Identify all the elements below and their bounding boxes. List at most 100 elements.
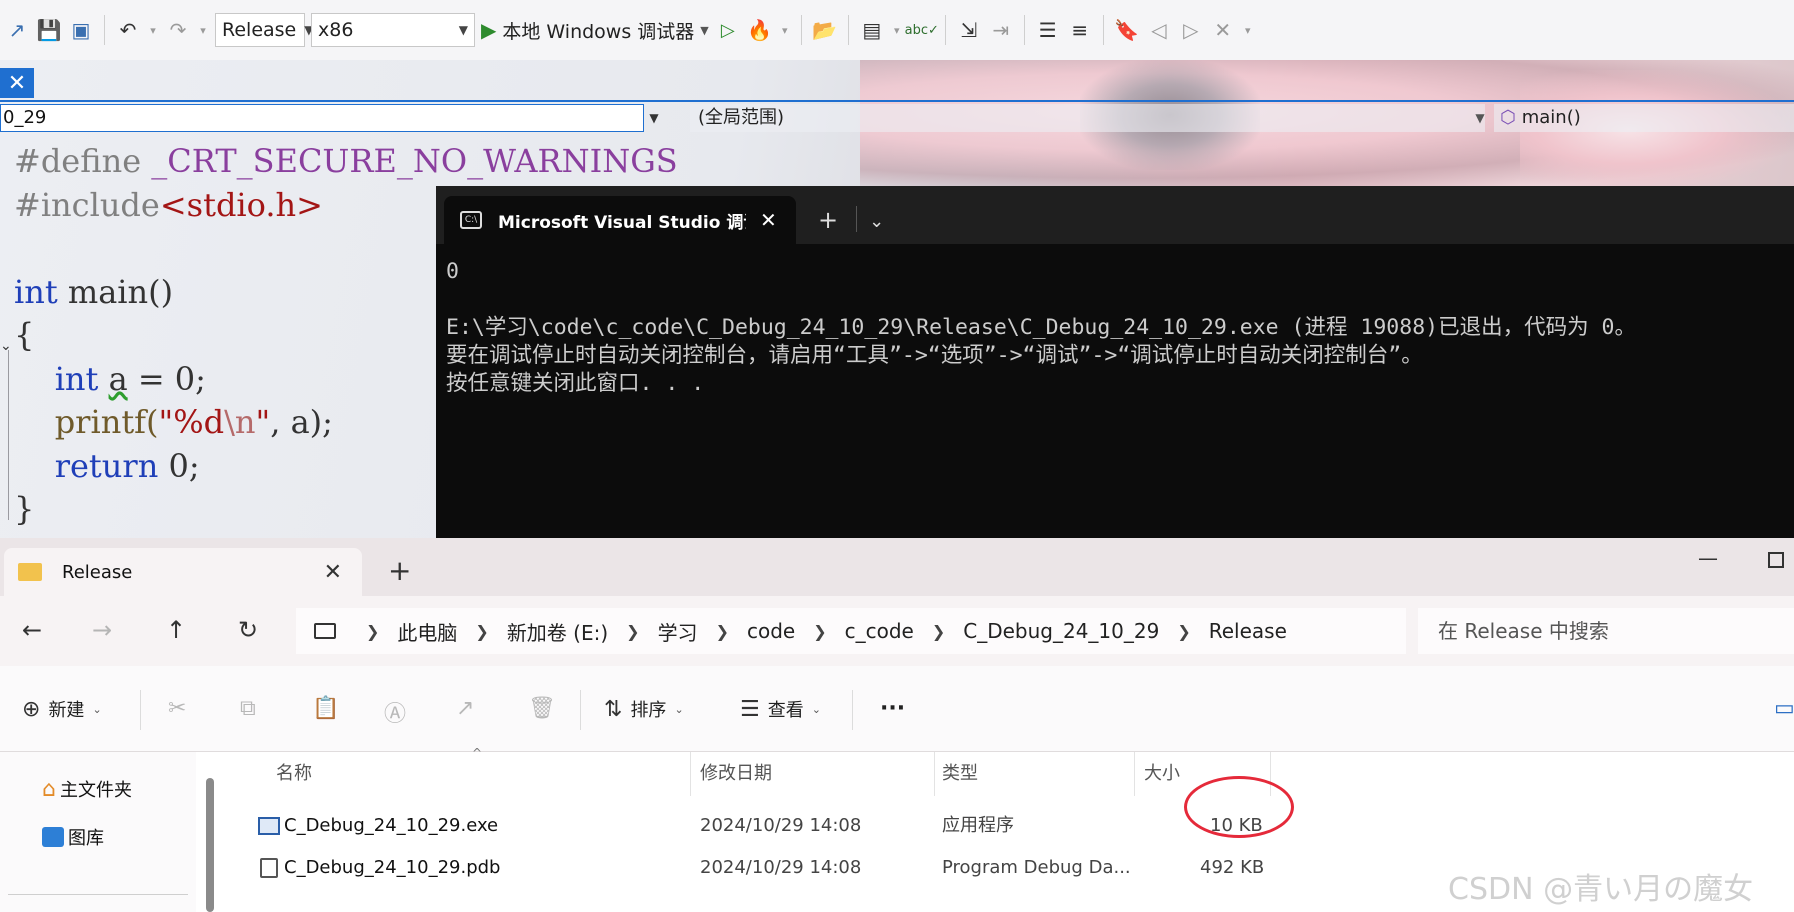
breadcrumb[interactable]: ❯ 此电脑 ❯ 新加卷 (E:) ❯ 学习 ❯ code ❯ c_code ❯ … (296, 608, 1406, 654)
sort-button[interactable]: ⇅ 排序 ⌄ (604, 696, 684, 722)
tab-separator (856, 206, 858, 232)
close-icon[interactable]: ✕ (760, 208, 777, 232)
refresh-icon[interactable]: ↻ (238, 616, 258, 644)
new-tab-icon[interactable]: + (818, 206, 838, 234)
sort-icon: ⇅ (604, 696, 623, 722)
navigation-scrollbar[interactable] (206, 778, 214, 912)
column-header-date[interactable]: 修改日期 (700, 752, 772, 796)
layout-icon[interactable]: ▤ (859, 17, 885, 43)
start-debugging-button[interactable]: ▶ 本地 Windows 调试器 ▼ (481, 17, 709, 44)
sort-ascending-icon: ^ (472, 746, 483, 760)
forward-arrow-icon[interactable]: → (92, 616, 112, 644)
step-into-icon[interactable]: ⇲ (956, 17, 982, 43)
tab-underline (0, 100, 1794, 102)
breadcrumb-item[interactable]: Release (1209, 619, 1287, 643)
chevron-down-icon[interactable]: ▼ (644, 104, 664, 132)
breadcrumb-item[interactable]: c_code (845, 619, 914, 643)
rename-icon[interactable]: Ⓐ (384, 696, 406, 728)
maximize-icon[interactable] (1768, 552, 1784, 568)
fold-toggle-icon[interactable]: ⌄ (0, 338, 12, 354)
prev-bookmark-icon[interactable]: ◁ (1146, 17, 1172, 43)
folder-search-icon[interactable]: 📂 (812, 17, 838, 43)
layout-dropdown-icon[interactable]: ▾ (891, 17, 903, 43)
sidebar-item-gallery[interactable]: 图库 (42, 824, 104, 850)
redo-dropdown-icon[interactable]: ▾ (197, 17, 209, 43)
code-token: , a); (270, 403, 333, 441)
chevron-down-icon[interactable]: ▼ (1470, 104, 1490, 132)
toolbar-separator (944, 15, 946, 45)
view-button[interactable]: ☰ 查看 ⌄ (740, 696, 821, 722)
platform-select[interactable]: x86 ▼ (311, 13, 475, 47)
file-row[interactable]: C_Debug_24_10_29.exe 2024/10/29 14:08 应用… (226, 806, 1326, 846)
hot-reload-icon[interactable]: 🔥 (747, 17, 773, 43)
address-bar-row: ← → ↑ ↻ ❯ 此电脑 ❯ 新加卷 (E:) ❯ 学习 ❯ code ❯ c… (0, 596, 1794, 666)
chevron-right-icon[interactable]: ❯ (1177, 622, 1190, 641)
chevron-down-icon[interactable]: ⌄ (869, 211, 884, 232)
close-tab-button[interactable]: ✕ (0, 68, 34, 98)
clear-bookmarks-icon[interactable]: ✕ (1210, 17, 1236, 43)
spellcheck-icon[interactable]: abc✓ (905, 17, 939, 43)
chevron-right-icon[interactable]: ❯ (366, 622, 379, 641)
share-icon[interactable]: ↗ (456, 696, 474, 721)
back-arrow-icon[interactable]: ← (22, 616, 42, 644)
file-name-cell: C_Debug_24_10_29.pdb (260, 848, 500, 888)
configuration-select[interactable]: Release ▼ (215, 13, 313, 47)
scope-navigation-combo[interactable]: (全局范围) (690, 104, 1485, 132)
chevron-right-icon[interactable]: ❯ (626, 622, 639, 641)
new-button[interactable]: ⊕ 新建 ⌄ (22, 696, 102, 722)
column-separator[interactable] (690, 752, 691, 796)
code-token: "%d (158, 403, 225, 441)
search-input[interactable]: 在 Release 中搜索 (1418, 608, 1794, 654)
terminal-output[interactable]: 0 E:\学习\code\c_code\C_Debug_24_10_29\Rel… (436, 244, 1794, 412)
indent-icon[interactable]: ☰ (1035, 17, 1061, 43)
code-line: #define _CRT_SECURE_NO_WARNINGS (14, 140, 678, 184)
breadcrumb-item[interactable]: code (747, 619, 795, 643)
more-options-button[interactable]: ··· (880, 696, 905, 721)
file-row[interactable]: C_Debug_24_10_29.pdb 2024/10/29 14:08 Pr… (226, 848, 1326, 888)
column-header-size[interactable]: 大小 (1144, 752, 1180, 796)
chevron-right-icon[interactable]: ❯ (932, 622, 945, 641)
breadcrumb-item[interactable]: 学习 (658, 617, 698, 646)
redo-icon[interactable]: ↷ (165, 17, 191, 43)
chevron-right-icon[interactable]: ❯ (716, 622, 729, 641)
explorer-tab[interactable]: Release ✕ (4, 548, 362, 596)
copy-icon[interactable]: ⧉ (240, 696, 256, 721)
chevron-right-icon[interactable]: ❯ (475, 622, 488, 641)
sidebar-item-home[interactable]: ⌂ 主文件夹 (42, 776, 132, 802)
save-icon[interactable]: 💾 (36, 17, 62, 43)
toolbar-overflow-icon[interactable]: ▾ (1242, 17, 1254, 43)
terminal-icon: C:\ (460, 211, 482, 229)
step-over-icon[interactable]: ⇥ (988, 17, 1014, 43)
comment-icon[interactable]: ≡ (1067, 17, 1093, 43)
save-all-icon[interactable]: ▣ (68, 17, 94, 43)
column-separator[interactable] (934, 752, 935, 796)
undo-dropdown-icon[interactable]: ▾ (147, 17, 159, 43)
paste-icon[interactable]: 📋 (312, 696, 339, 721)
new-tab-icon[interactable]: + (388, 554, 411, 587)
close-icon[interactable]: ✕ (324, 560, 342, 585)
debug-console-window[interactable]: C:\ Microsoft Visual Studio 调试控制台 ✕ + ⌄ … (436, 186, 1794, 538)
indent-guide (8, 350, 9, 520)
details-pane-icon[interactable]: ▭ (1774, 696, 1794, 721)
column-header-name[interactable]: 名称 (276, 752, 312, 796)
chevron-right-icon[interactable]: ❯ (813, 622, 826, 641)
next-bookmark-icon[interactable]: ▷ (1178, 17, 1204, 43)
bookmark-icon[interactable]: 🔖 (1114, 17, 1140, 43)
column-header-type[interactable]: 类型 (942, 752, 978, 796)
delete-icon[interactable]: 🗑 (528, 696, 556, 721)
start-without-debugging-icon[interactable]: ▷ (715, 17, 741, 43)
explorer-tab-title: Release (62, 561, 133, 583)
cut-icon[interactable]: ✂ (168, 696, 186, 721)
breadcrumb-item[interactable]: C_Debug_24_10_29 (963, 619, 1159, 643)
member-navigation-combo[interactable]: ⬡ main() (1494, 104, 1794, 132)
breadcrumb-item[interactable]: 此电脑 (397, 617, 457, 646)
undo-icon[interactable]: ↶ (115, 17, 141, 43)
terminal-tab[interactable]: C:\ Microsoft Visual Studio 调试控制台 ✕ (444, 196, 796, 244)
hot-reload-dropdown-icon[interactable]: ▾ (779, 17, 791, 43)
breadcrumb-item[interactable]: 新加卷 (E:) (507, 617, 608, 646)
open-icon[interactable]: ↗ (4, 17, 30, 43)
project-navigation-combo[interactable]: 0_29 (0, 104, 644, 132)
minimize-icon[interactable]: — (1698, 546, 1718, 570)
column-separator[interactable] (1134, 752, 1135, 796)
up-arrow-icon[interactable]: ↑ (166, 616, 186, 644)
